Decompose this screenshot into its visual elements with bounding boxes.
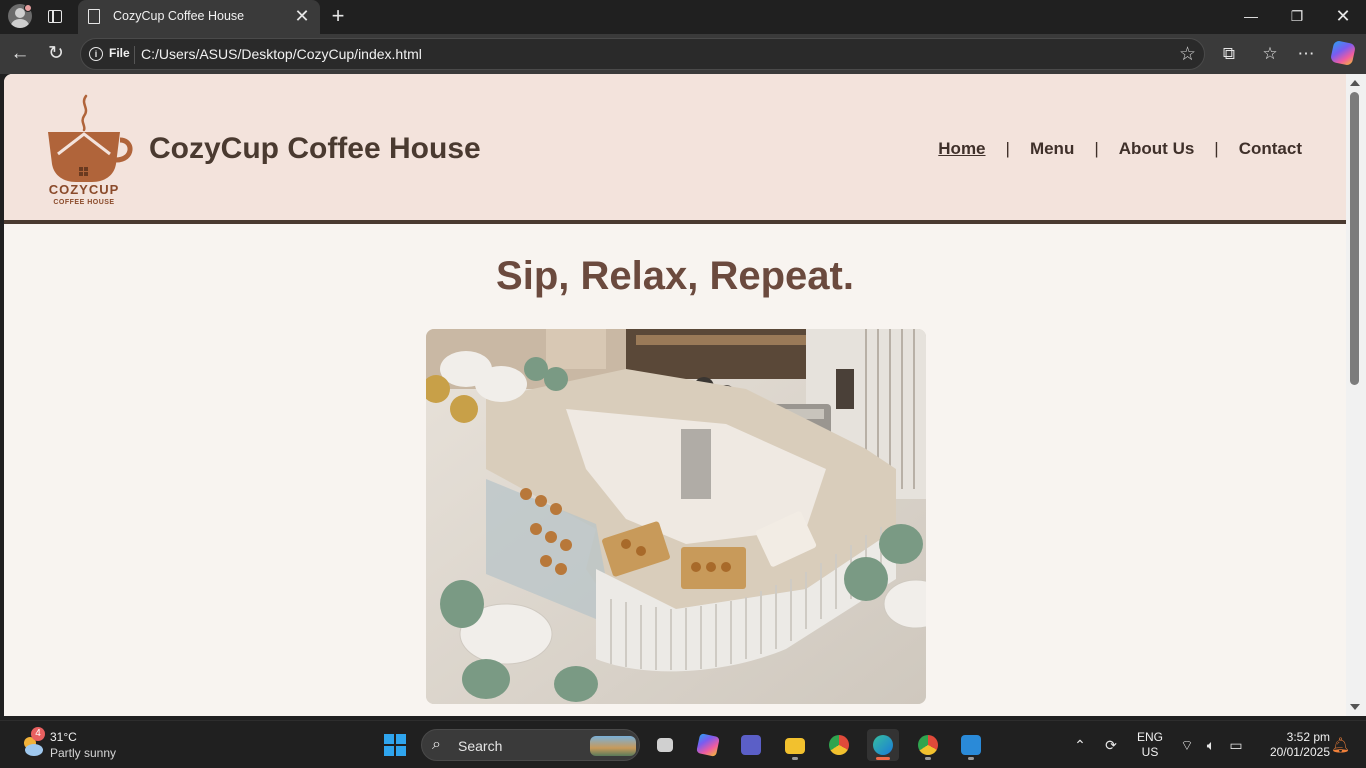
system-clock[interactable]: 3:52 pm 20/01/2025: [1250, 730, 1330, 760]
site-title: CozyCup Coffee House: [149, 132, 481, 165]
scrollbar-thumb[interactable]: [1350, 92, 1359, 385]
browser-toolbar: ← ↻ i File C:/Users/ASUS/Desktop/CozyCup…: [0, 34, 1366, 74]
nav-separator: |: [1094, 139, 1099, 158]
copilot-icon[interactable]: [1329, 39, 1357, 67]
vertical-scrollbar[interactable]: [1346, 74, 1366, 716]
clock-time: 3:52 pm: [1286, 730, 1330, 744]
site-header: COZYCUP COFFEE HOUSE CozyCup Coffee Hous…: [4, 74, 1346, 224]
notification-bell-icon[interactable]: 🔔︎: [1331, 736, 1350, 754]
more-menu-icon[interactable]: ⋯: [1294, 43, 1318, 65]
nav-separator: |: [1005, 139, 1010, 158]
browser-tab-bar: CozyCup Coffee House ✕ + — ❐ ✕: [0, 0, 1366, 34]
cafe-interior-image: [426, 329, 926, 704]
back-arrow-icon[interactable]: ←: [9, 43, 31, 65]
logo-text-sub: COFFEE HOUSE: [53, 199, 114, 206]
restore-icon[interactable]: ❐: [1274, 0, 1320, 32]
tab-title: CozyCup Coffee House: [113, 9, 245, 23]
search-icon: ⌕: [432, 736, 441, 753]
nav-about-us[interactable]: About Us: [1119, 139, 1195, 159]
weather-badge: 4: [31, 727, 45, 741]
file-explorer-icon[interactable]: [779, 729, 811, 761]
tab-actions-icon[interactable]: [44, 6, 66, 28]
active-tab[interactable]: CozyCup Coffee House ✕: [78, 0, 320, 34]
new-tab-icon[interactable]: +: [326, 4, 350, 28]
vscode-icon[interactable]: [955, 729, 987, 761]
language-code: ENG: [1136, 730, 1163, 744]
file-scheme-chip[interactable]: File: [109, 46, 130, 60]
main-nav: Home | Menu | About Us | Contact: [938, 139, 1302, 159]
refresh-icon[interactable]: ↻: [45, 43, 67, 65]
language-region: US: [1141, 745, 1159, 759]
scroll-down-arrow-icon[interactable]: [1350, 704, 1360, 710]
search-highlight-image: [590, 736, 636, 756]
nav-separator: |: [1214, 139, 1219, 158]
search-label: Search: [458, 738, 503, 754]
site-info-icon[interactable]: i: [89, 47, 103, 61]
battery-icon[interactable]: ▭: [1225, 735, 1247, 755]
page-viewport: COZYCUP COFFEE HOUSE CozyCup Coffee Hous…: [4, 74, 1346, 716]
address-separator: [134, 46, 135, 64]
weather-description: Partly sunny: [50, 746, 117, 760]
volume-icon[interactable]: 🔈︎: [1201, 735, 1221, 755]
windows-taskbar: 4 31°C Partly sunny ⌕ Search ⌃ ⟳ ENG US: [0, 720, 1366, 768]
show-hidden-icons-chevron-icon[interactable]: ⌃: [1070, 735, 1090, 755]
task-view-icon[interactable]: [649, 729, 681, 761]
taskbar-search[interactable]: ⌕ Search: [421, 729, 640, 761]
url-text[interactable]: C:/Users/ASUS/Desktop/CozyCup/index.html: [141, 46, 422, 62]
close-window-icon[interactable]: ✕: [1320, 0, 1366, 32]
favorites-icon[interactable]: ☆: [1258, 43, 1282, 65]
minimize-icon[interactable]: —: [1228, 0, 1274, 32]
close-tab-icon[interactable]: ✕: [292, 6, 312, 26]
copilot-taskbar-icon[interactable]: [692, 729, 724, 761]
nav-home[interactable]: Home: [938, 139, 985, 159]
profile-notification-dot: [24, 4, 32, 12]
cozycup-logo[interactable]: COZYCUP COFFEE HOUSE: [40, 94, 140, 206]
weather-temperature: 31°C: [50, 730, 77, 744]
clock-date: 20/01/2025: [1269, 745, 1330, 759]
address-bar[interactable]: i File C:/Users/ASUS/Desktop/CozyCup/ind…: [80, 38, 1205, 70]
wifi-icon[interactable]: ⌔: [1177, 735, 1197, 755]
hero-heading: Sip, Relax, Repeat.: [496, 254, 854, 298]
sync-icon[interactable]: ⟳: [1100, 735, 1122, 755]
nav-contact[interactable]: Contact: [1239, 139, 1302, 159]
document-icon: [88, 9, 100, 24]
language-indicator[interactable]: ENG US: [1134, 730, 1166, 760]
start-button-icon[interactable]: [384, 734, 406, 756]
chrome-icon[interactable]: [823, 729, 855, 761]
extensions-icon[interactable]: ⧉: [1217, 43, 1241, 65]
logo-text-main: COZYCUP: [49, 182, 120, 197]
favorite-star-icon[interactable]: ☆: [1179, 43, 1196, 66]
chrome-profile-icon[interactable]: [912, 729, 944, 761]
edge-icon[interactable]: [867, 729, 899, 761]
scroll-up-arrow-icon[interactable]: [1350, 80, 1360, 86]
nav-menu[interactable]: Menu: [1030, 139, 1074, 159]
teams-icon[interactable]: [735, 729, 767, 761]
